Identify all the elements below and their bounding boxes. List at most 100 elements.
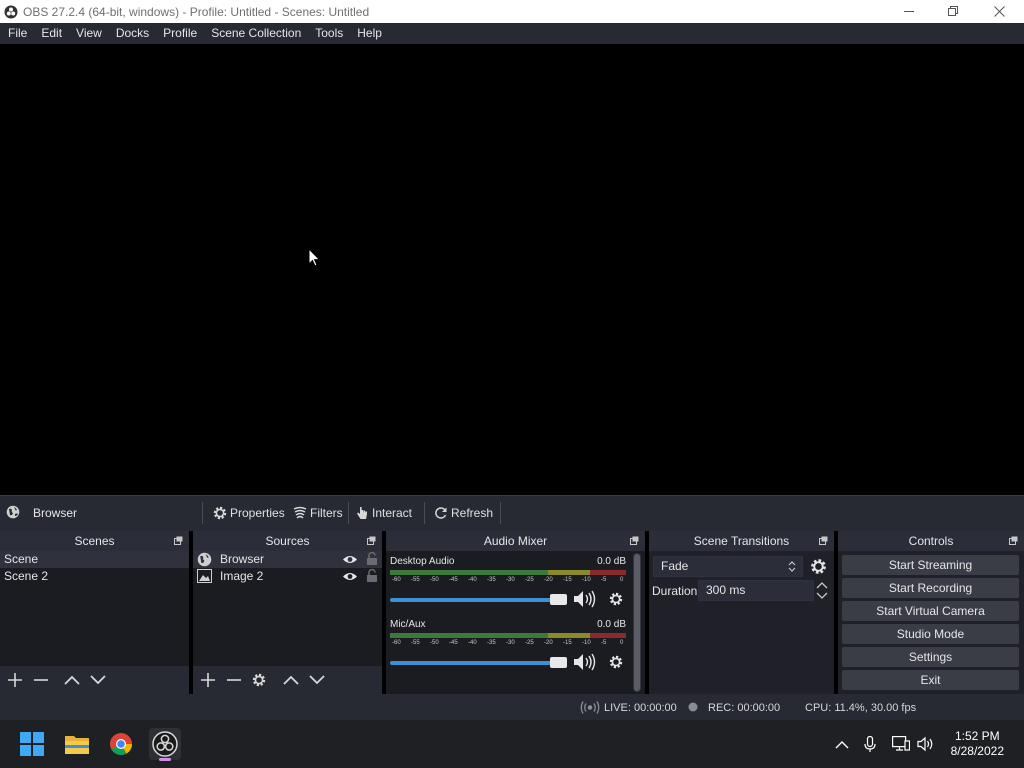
scene-item[interactable]: Scene [0,551,189,568]
float-dock-icon[interactable] [367,536,376,545]
obs-taskbar-button[interactable] [149,728,181,761]
volume-meter [390,633,626,638]
chrome-taskbar-button[interactable] [105,728,137,760]
unlock-icon[interactable] [366,552,378,566]
move-scene-down-button[interactable] [90,672,106,688]
meter-tick-label: -45 [449,577,458,583]
speaker-icon[interactable] [573,653,597,671]
channel-db: 0.0 dB [597,556,626,567]
interact-label: Interact [372,506,413,520]
plus-icon [8,673,22,687]
minus-icon [227,679,241,681]
mixer-scrollbar[interactable] [633,553,641,692]
meter-tick-label: -25 [525,640,534,646]
volume-tray-button[interactable] [917,735,935,753]
window-title-bar[interactable]: OBS 27.2.4 (64-bit, windows) - Profile: … [0,0,1024,23]
meter-tick-label: -5 [601,577,607,583]
preview-canvas[interactable] [0,44,1024,495]
menu-file[interactable]: File [1,23,34,44]
eye-visible-icon[interactable] [342,571,358,582]
transition-select[interactable]: Fade [653,556,803,577]
clock-date: 8/28/2022 [950,744,1004,758]
remove-scene-button[interactable] [33,672,49,688]
chevron-up-icon [283,675,299,685]
add-source-button[interactable] [200,672,216,688]
menu-scene-collection[interactable]: Scene Collection [204,23,308,44]
gear-icon[interactable] [608,654,624,670]
start-recording-button[interactable]: Start Recording [842,578,1019,598]
meter-tick-label: -15 [563,640,572,646]
menu-tools[interactable]: Tools [308,23,350,44]
volume-slider-handle[interactable] [550,657,567,668]
taskbar-clock[interactable]: 1:52 PM 8/28/2022 [951,729,1004,759]
gear-icon [252,673,266,687]
sources-dock: Sources Browser Image 2 [193,531,382,694]
menu-help[interactable]: Help [350,23,389,44]
meter-tick-label: -20 [544,577,553,583]
volume-slider-handle[interactable] [550,594,567,605]
meter-tick-label: -40 [468,640,477,646]
restore-button[interactable] [930,0,976,23]
float-dock-icon[interactable] [174,536,183,545]
file-explorer-taskbar-button[interactable] [61,728,93,760]
menu-docks[interactable]: Docks [109,23,156,44]
duration-label: Duration [652,584,698,598]
duration-field[interactable]: 300 ms [698,580,814,601]
menu-edit[interactable]: Edit [34,23,69,44]
divider [424,502,425,524]
mixer-channel-mic-aux: Mic/Aux 0.0 dB -60 -55 -50 -45 -40 -35 -30 -25-… [390,619,626,677]
filters-label: Filters [310,506,343,520]
mixer-channel-desktop-audio: Desktop Audio 0.0 dB -60 -55 -50 -45 -40 -35-… [390,556,626,614]
refresh-button[interactable]: Refresh [433,503,493,523]
network-tray-button[interactable] [892,735,910,753]
windows-start-button[interactable] [16,728,48,760]
chevron-up-icon [835,740,849,748]
gear-icon[interactable] [608,591,624,607]
exit-button[interactable]: Exit [842,670,1019,690]
settings-button[interactable]: Settings [842,647,1019,667]
minimize-icon [903,11,914,12]
meter-tick-label: -30 [506,640,515,646]
scene-item[interactable]: Scene 2 [0,568,189,585]
float-dock-icon[interactable] [1009,536,1018,545]
meter-tick-label: 0 [620,640,624,646]
transition-settings-gear-icon[interactable] [809,557,828,576]
volume-slider-track[interactable] [390,661,560,665]
source-item[interactable]: Image 2 [193,568,382,585]
source-item[interactable]: Browser [193,551,382,568]
microphone-tray-button[interactable] [861,735,879,753]
eye-visible-icon[interactable] [342,554,358,565]
show-hidden-icons-button[interactable] [833,735,851,753]
volume-slider-track[interactable] [390,598,560,602]
move-source-up-button[interactable] [283,672,299,688]
studio-mode-button[interactable]: Studio Mode [842,624,1019,644]
filters-button[interactable]: Filters [292,503,343,523]
meter-ticks: -60 -55 -50 -45 -40 -35 -30 -25 -20 -15 -10 -5 0 [390,640,626,650]
interact-button[interactable]: Interact [354,503,412,523]
source-properties-button[interactable] [251,672,267,688]
add-scene-button[interactable] [7,672,23,688]
menu-profile[interactable]: Profile [156,23,204,44]
menu-bar: File Edit View Docks Profile Scene Colle… [0,23,1024,44]
scene-list: Scene Scene 2 [0,551,189,666]
context-source-name: Browser [33,506,78,520]
live-timer: LIVE: 00:00:00 [604,702,677,714]
meter-tick-label: 0 [620,577,624,583]
close-button[interactable] [976,0,1022,23]
menu-view[interactable]: View [69,23,109,44]
float-dock-icon[interactable] [819,536,828,545]
start-virtual-camera-button[interactable]: Start Virtual Camera [842,601,1019,621]
minimize-button[interactable] [886,0,932,23]
speaker-icon[interactable] [573,590,597,608]
broadcast-icon [580,701,600,714]
float-dock-icon[interactable] [630,536,639,545]
unlock-icon[interactable] [366,569,378,583]
move-source-down-button[interactable] [309,672,325,688]
meter-tick-label: -60 [392,640,401,646]
divider [348,502,349,524]
duration-stepper[interactable] [815,580,829,601]
move-scene-up-button[interactable] [64,672,80,688]
remove-source-button[interactable] [226,672,242,688]
start-streaming-button[interactable]: Start Streaming [842,555,1019,575]
properties-button[interactable]: Properties [212,503,285,523]
